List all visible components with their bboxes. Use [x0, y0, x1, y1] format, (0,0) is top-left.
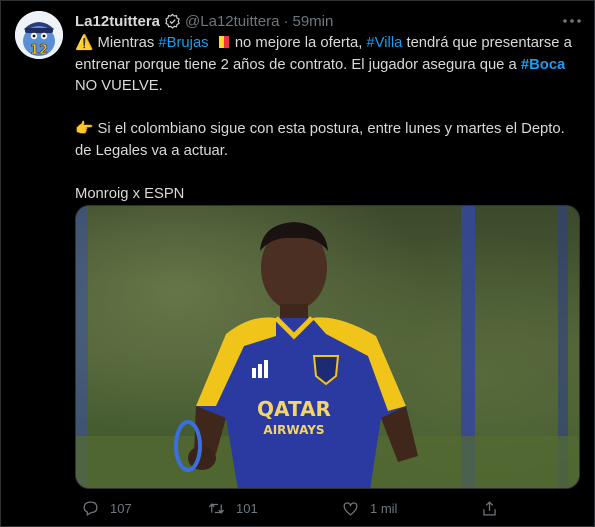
reply-button[interactable]: 107: [81, 499, 132, 518]
tweet-actions: 107 101 1 mil: [75, 499, 580, 525]
avatar[interactable]: 12: [15, 11, 63, 59]
author-handle[interactable]: @La12tuittera: [185, 13, 279, 30]
tweet-text: ⚠️ Mientras #Brujas no mejore la oferta,…: [75, 33, 580, 205]
share-icon: [483, 501, 496, 516]
verified-icon: [164, 13, 181, 30]
text-paragraph-3: Monroig x ESPN: [75, 185, 185, 202]
like-count: 1 mil: [370, 501, 398, 516]
more-icon[interactable]: [561, 13, 583, 29]
timestamp[interactable]: 59min: [292, 13, 333, 30]
hashtag-brujas[interactable]: #Brujas: [158, 35, 208, 51]
sponsor-text-line2: AIRWAYS: [263, 423, 324, 437]
like-button[interactable]: 1 mil: [341, 499, 397, 518]
hashtag-boca[interactable]: #Boca: [521, 57, 565, 73]
reply-icon: [83, 501, 98, 516]
tweet-photo[interactable]: QATAR AIRWAYS: [75, 205, 580, 489]
text-paragraph-1: ⚠️ Mientras #Brujas no mejore la oferta,…: [75, 34, 572, 94]
reply-count: 107: [110, 501, 132, 516]
tweet-card[interactable]: 12 La12tuittera @La12tuittera · 59min ⚠️…: [0, 0, 595, 527]
belgium-flag-icon: [214, 34, 229, 48]
like-icon: [343, 502, 358, 516]
sponsor-text-line1: QATAR: [257, 397, 331, 421]
pointer-emoji: 👉: [75, 121, 94, 137]
svg-text:12: 12: [30, 43, 48, 58]
share-button[interactable]: [480, 499, 509, 518]
retweet-icon: [208, 503, 225, 514]
author-name[interactable]: La12tuittera: [75, 13, 160, 30]
tweet-header: La12tuittera @La12tuittera · 59min: [75, 11, 333, 31]
retweet-count: 101: [236, 501, 258, 516]
warning-emoji: ⚠️: [75, 35, 94, 51]
retweet-button[interactable]: 101: [207, 499, 258, 518]
separator-dot: ·: [283, 12, 289, 30]
hashtag-villa[interactable]: #Villa: [366, 35, 402, 51]
text-paragraph-2: 👉 Si el colombiano sigue con esta postur…: [75, 121, 565, 159]
